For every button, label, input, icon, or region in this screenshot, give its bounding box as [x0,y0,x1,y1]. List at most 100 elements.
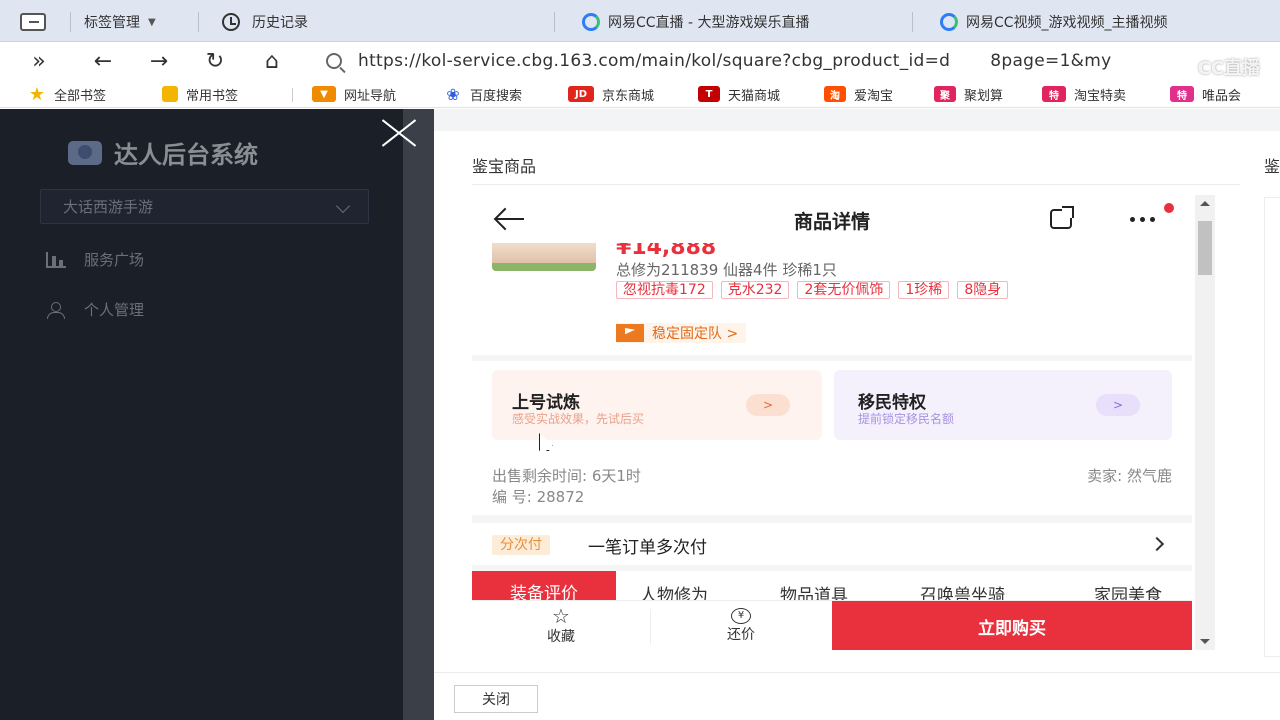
modal-overlay[interactable] [403,109,434,720]
tmall-icon: T [698,86,720,102]
drawer-title-secondary: 鉴 [1264,157,1280,176]
scroll-thumb[interactable] [1198,221,1212,275]
more-icon[interactable] [1130,217,1170,223]
section-divider [472,515,1192,523]
baidu-paw-icon: ❀ [446,84,460,104]
sidebar-item-personal[interactable]: 个人管理 [46,299,144,320]
sale-remaining-time: 出售剩余时间: 6天1时 [492,467,641,485]
tab-cc-video[interactable]: 网易CC视频_游戏视频_主播视频 [940,8,1240,36]
vip-icon: 特 [1170,86,1194,102]
bookmark-label: 网址导航 [344,88,397,104]
tab-cc-live[interactable]: 网易CC直播 - 大型游戏娱乐直播 [582,8,890,36]
tab-label: 网易CC直播 - 大型游戏娱乐直播 [608,15,810,31]
bar-chart-icon [46,251,66,268]
search-icon [326,53,342,69]
product-header-title: 商品详情 [793,211,870,233]
app-title: 达人后台系统 [114,141,258,169]
flag-icon [616,324,644,342]
browser-tab-bar: 标签管理 ▼ 历史记录 网易CC直播 - 大型游戏娱乐直播 网易CC视频_游戏视… [0,0,1280,42]
browser-toolbar: » ← → ↻ ⌂ https://kol-service.cbg.163.co… [0,42,1280,80]
bookmark-taobao[interactable]: 淘 爱淘宝 [824,84,893,104]
product-detail-preview: 商品详情 ¥14,888 总修为211839 仙器4件 珍稀1只 忽视抗毒172… [472,195,1192,650]
user-icon [46,301,66,319]
cc-logo-icon [940,13,958,31]
buy-now-button[interactable]: 立即购买 [832,601,1192,650]
product-stats: 总修为211839 仙器4件 珍稀1只 [616,261,837,279]
tab-divider [554,12,555,32]
bargain-button[interactable]: ¥ 还价 [652,601,830,650]
preview-scrollbar[interactable] [1195,195,1215,650]
product-tag: 1珍稀 [898,281,950,299]
bookmark-label: 爱淘宝 [854,88,894,104]
back-button[interactable]: ← [88,46,118,76]
address-bar[interactable]: https://kol-service.cbg.163.com/main/kol… [316,46,1280,76]
purchase-bar: ☆ 收藏 ¥ 还价 立即购买 [472,600,1192,650]
clock-icon [222,13,240,31]
drawer-top-strip [434,109,1280,131]
product-serial: 编 号: 28872 [492,488,585,506]
close-button[interactable]: 关闭 [454,685,538,713]
chevron-right-icon [1149,536,1165,552]
share-icon[interactable] [1050,206,1074,229]
promo-migration-card[interactable]: 移民特权 提前锁定移民名额 > [834,370,1172,440]
arrow-right-icon: → [149,48,169,74]
promo-subtitle: 感受实战效果，先试后买 [512,412,645,426]
temai-icon: 特 [1042,86,1066,102]
watermark: CC直播 [1197,58,1260,79]
bookmark-tmall[interactable]: T 天猫商城 [698,84,780,104]
scroll-up-icon[interactable] [1200,201,1210,206]
bookmark-frequent[interactable]: 常用书签 [162,84,238,104]
bookmark-jd[interactable]: JD 京东商城 [568,84,654,104]
bookmark-vip[interactable]: 特 唯品会 [1170,84,1241,104]
juhuasuan-icon: 聚 [934,86,956,102]
favorite-button[interactable]: ☆ 收藏 [472,601,650,650]
installment-text: 一笔订单多次付 [588,538,707,558]
drawer-divider [472,184,1240,185]
taobao-icon: 淘 [824,86,846,102]
product-header: 商品详情 [472,195,1192,243]
bookmark-temai[interactable]: 特 淘宝特卖 [1042,84,1126,104]
bookmark-label: 淘宝特卖 [1074,88,1127,104]
forward-button[interactable]: → [144,46,174,76]
character-avatar [492,239,596,271]
close-drawer-icon[interactable] [378,116,420,150]
window-icon [20,13,46,31]
game-select[interactable]: 大话西游手游 [40,189,369,224]
bookmark-label: 天猫商城 [728,88,781,104]
product-tags: 忽视抗毒172 克水232 2套无价佩饰 1珍稀 8隐身 [616,281,1116,299]
tab-divider [198,12,199,32]
installment-badge: 分次付 [492,535,550,555]
installment-row[interactable]: 分次付 一笔订单多次付 [472,523,1192,565]
logo-icon [68,140,102,165]
cc-logo-icon [582,13,600,31]
drawer-footer: 关闭 [434,672,1280,720]
promo-trial-card[interactable]: 上号试炼 感受实战效果，先试后买 > [492,370,822,440]
tab-bookmark-manager[interactable]: 标签管理 ▼ [84,8,156,36]
bookmark-juhuasuan[interactable]: 聚 聚划算 [934,84,1003,104]
bookmark-label: 百度搜索 [470,88,523,104]
bookmark-all[interactable]: ★ 全部书签 [28,84,106,105]
team-badge[interactable]: 稳定固定队 > [616,323,747,343]
tab-history[interactable]: 历史记录 [222,8,308,36]
app-logo: 达人后台系统 [68,135,258,170]
url-text: https://kol-service.cbg.163.com/main/kol… [358,51,951,71]
sidebar-item-service-square[interactable]: 服务广场 [46,249,144,270]
promo-subtitle: 提前锁定移民名额 [858,412,955,426]
scroll-down-icon[interactable] [1200,639,1210,644]
bargain-label: 还价 [727,627,755,643]
reload-button[interactable]: ↻ [200,46,230,76]
bookmark-baidu[interactable]: ❀ 百度搜索 [444,84,522,104]
url-text-tail: 8page=1&my [990,51,1112,71]
bookmark-nav[interactable]: ▼ 网址导航 [312,84,396,104]
tab-divider [912,12,913,32]
favorite-label: 收藏 [547,629,575,645]
window-menu[interactable] [20,8,52,36]
yen-icon: ¥ [731,608,751,624]
expand-sidebar-button[interactable]: » [24,46,54,76]
admin-sidebar: 达人后台系统 大话西游手游 服务广场 个人管理 [0,109,403,720]
bookmark-label: 聚划算 [964,88,1004,104]
secondary-panel [1264,197,1280,657]
home-button[interactable]: ⌂ [257,46,287,76]
chevron-right-icon: > [746,394,790,416]
arrow-left-icon: ← [93,48,113,74]
